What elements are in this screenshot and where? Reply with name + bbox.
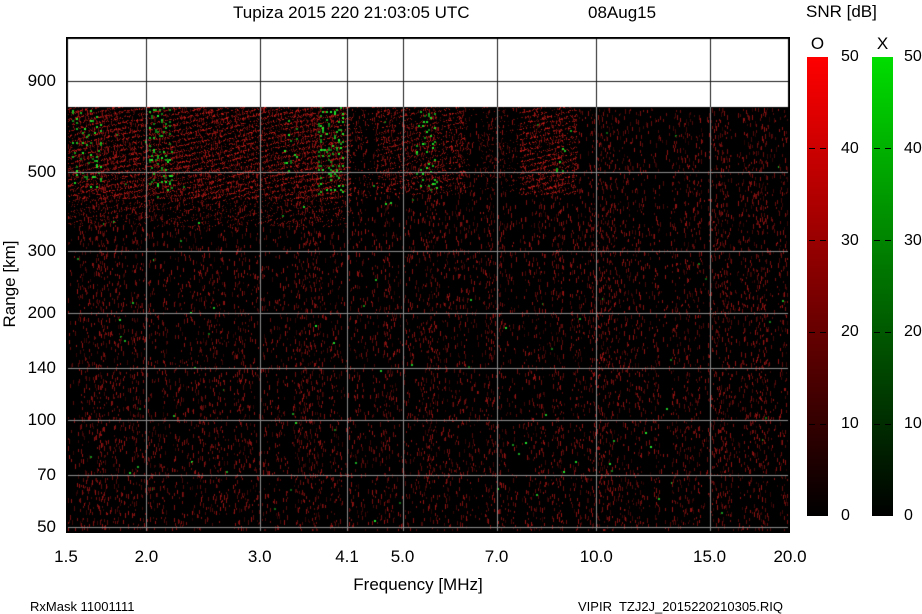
colorbar-tick-label: 30 xyxy=(904,231,922,249)
x-tick-label: 3.0 xyxy=(247,547,272,566)
colorbar-tick-dash xyxy=(809,148,815,149)
colorbar-tick-dash xyxy=(874,332,880,333)
chart-date-label: 08Aug15 xyxy=(588,3,657,22)
colorbar-tick-dash xyxy=(809,240,815,241)
colorbar-tick-dash xyxy=(874,240,880,241)
y-tick-label: 100 xyxy=(27,409,56,429)
x-tick-label: 5.0 xyxy=(390,547,415,566)
colorbar-tick-label: 20 xyxy=(841,323,859,341)
colorbar-tick-dash xyxy=(820,424,826,425)
colorbar-o-label: O xyxy=(810,34,825,53)
y-tick-label: 300 xyxy=(27,240,56,260)
colorbar-tick-dash xyxy=(885,424,891,425)
chart-title: Tupiza 2015 220 21:03:05 UTC xyxy=(233,3,470,22)
colorbar-tick-dash xyxy=(809,424,815,425)
colorbar-x-gradient xyxy=(872,57,893,516)
colorbar-tick-label: 50 xyxy=(841,48,859,65)
y-tick-label: 900 xyxy=(27,71,56,91)
colorbar-tick-dash xyxy=(820,332,826,333)
ionogram-heatmap-canvas xyxy=(66,37,790,533)
colorbar-tick-label: 10 xyxy=(904,415,922,433)
colorbar-tick-dash xyxy=(820,240,826,241)
ionogram-viewer: Tupiza 2015 220 21:03:05 UTC 08Aug15 Ran… xyxy=(0,0,922,614)
colorbar-tick-label: 0 xyxy=(841,507,850,524)
x-tick-label: 10.0 xyxy=(579,547,613,566)
y-tick-label: 50 xyxy=(37,516,56,536)
colorbar-o-gradient xyxy=(807,57,828,516)
y-tick-label: 140 xyxy=(27,358,56,378)
colorbar-tick-dash xyxy=(885,148,891,149)
colorbar-tick-label: 50 xyxy=(904,48,922,65)
x-tick-label: 20.0 xyxy=(773,547,807,566)
colorbar-title: SNR [dB] xyxy=(806,2,877,21)
colorbar-tick-dash xyxy=(874,424,880,425)
colorbar-tick-label: 0 xyxy=(904,507,913,524)
colorbar-x-label: X xyxy=(876,34,889,53)
colorbar-tick-dash xyxy=(820,148,826,149)
colorbar-tick-dash xyxy=(885,332,891,333)
x-tick-label: 7.0 xyxy=(484,547,509,566)
footer-filename: VIPIR TZJ2J_2015220210305.RIQ xyxy=(578,599,783,614)
x-tick-label: 1.5 xyxy=(54,547,78,566)
y-tick-label: 500 xyxy=(27,161,56,181)
colorbar-tick-dash xyxy=(809,332,815,333)
footer-rxmask: RxMask 11001111 xyxy=(30,599,135,614)
colorbar-tick-label: 30 xyxy=(841,231,859,249)
x-tick-label: 4.1 xyxy=(335,547,359,566)
y-tick-label: 70 xyxy=(37,464,56,484)
colorbar-tick-label: 20 xyxy=(904,323,922,341)
x-tick-label: 2.0 xyxy=(134,547,159,566)
x-tick-label: 15.0 xyxy=(693,547,727,566)
colorbar-tick-label: 40 xyxy=(841,139,859,157)
colorbar-tick-label: 40 xyxy=(904,139,922,157)
colorbar-tick-dash xyxy=(874,148,880,149)
x-axis-label: Frequency [MHz] xyxy=(353,575,483,594)
y-tick-label: 200 xyxy=(27,303,56,323)
colorbar-tick-label: 10 xyxy=(841,415,859,433)
colorbar-tick-dash xyxy=(885,240,891,241)
